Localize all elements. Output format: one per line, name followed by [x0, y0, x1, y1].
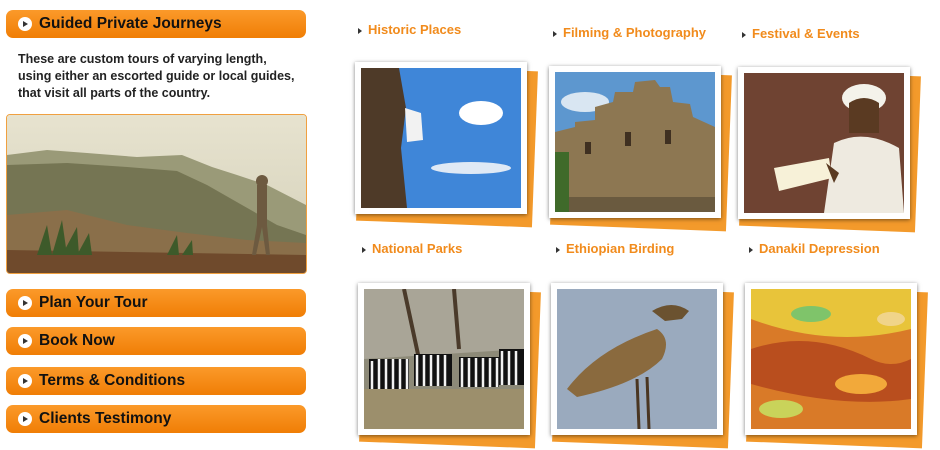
arrow-icon — [742, 31, 746, 38]
arrow-icon — [553, 30, 557, 37]
play-arrow-icon — [18, 296, 32, 310]
category-label: National Parks — [372, 241, 463, 256]
historic-places-photo[interactable] — [355, 62, 538, 228]
category-link-filming-photography[interactable]: Filming & Photography — [553, 25, 706, 40]
terms-conditions-button[interactable]: Terms & Conditions — [6, 367, 306, 395]
arrow-icon — [556, 246, 560, 253]
national-parks-photo[interactable] — [358, 283, 541, 449]
play-arrow-icon — [18, 334, 32, 348]
filming-photography-photo[interactable] — [549, 66, 732, 232]
book-now-button[interactable]: Book Now — [6, 327, 306, 355]
play-arrow-icon — [18, 412, 32, 426]
hero-photo — [6, 114, 307, 274]
arrow-icon — [358, 27, 362, 34]
ethiopian-birding-photo[interactable] — [551, 283, 734, 449]
arrow-icon — [362, 246, 366, 253]
button-label: Clients Testimony — [39, 410, 172, 427]
button-label: Book Now — [39, 332, 115, 349]
play-arrow-icon — [18, 17, 32, 31]
intro-text: These are custom tours of varying length… — [18, 52, 295, 100]
plan-your-tour-button[interactable]: Plan Your Tour — [6, 289, 306, 317]
category-label: Danakil Depression — [759, 241, 880, 256]
category-label: Ethiopian Birding — [566, 241, 675, 256]
button-label: Terms & Conditions — [39, 372, 186, 389]
button-label: Plan Your Tour — [39, 294, 148, 311]
category-label: Historic Places — [368, 22, 462, 37]
category-link-historic-places[interactable]: Historic Places — [358, 22, 461, 37]
category-label: Filming & Photography — [563, 25, 706, 40]
category-link-danakil-depression[interactable]: Danakil Depression — [749, 241, 880, 256]
category-link-national-parks[interactable]: National Parks — [362, 241, 462, 256]
clients-testimony-button[interactable]: Clients Testimony — [6, 405, 306, 433]
category-label: Festival & Events — [752, 26, 860, 41]
sidebar-title: Guided Private Journeys — [39, 15, 222, 32]
danakil-depression-photo[interactable] — [745, 283, 928, 449]
guided-private-journeys-button[interactable]: Guided Private Journeys — [6, 10, 306, 38]
category-link-festival-events[interactable]: Festival & Events — [742, 26, 860, 41]
play-arrow-icon — [18, 374, 32, 388]
category-link-ethiopian-birding[interactable]: Ethiopian Birding — [556, 241, 674, 256]
arrow-icon — [749, 246, 753, 253]
festival-events-photo[interactable] — [738, 67, 921, 233]
